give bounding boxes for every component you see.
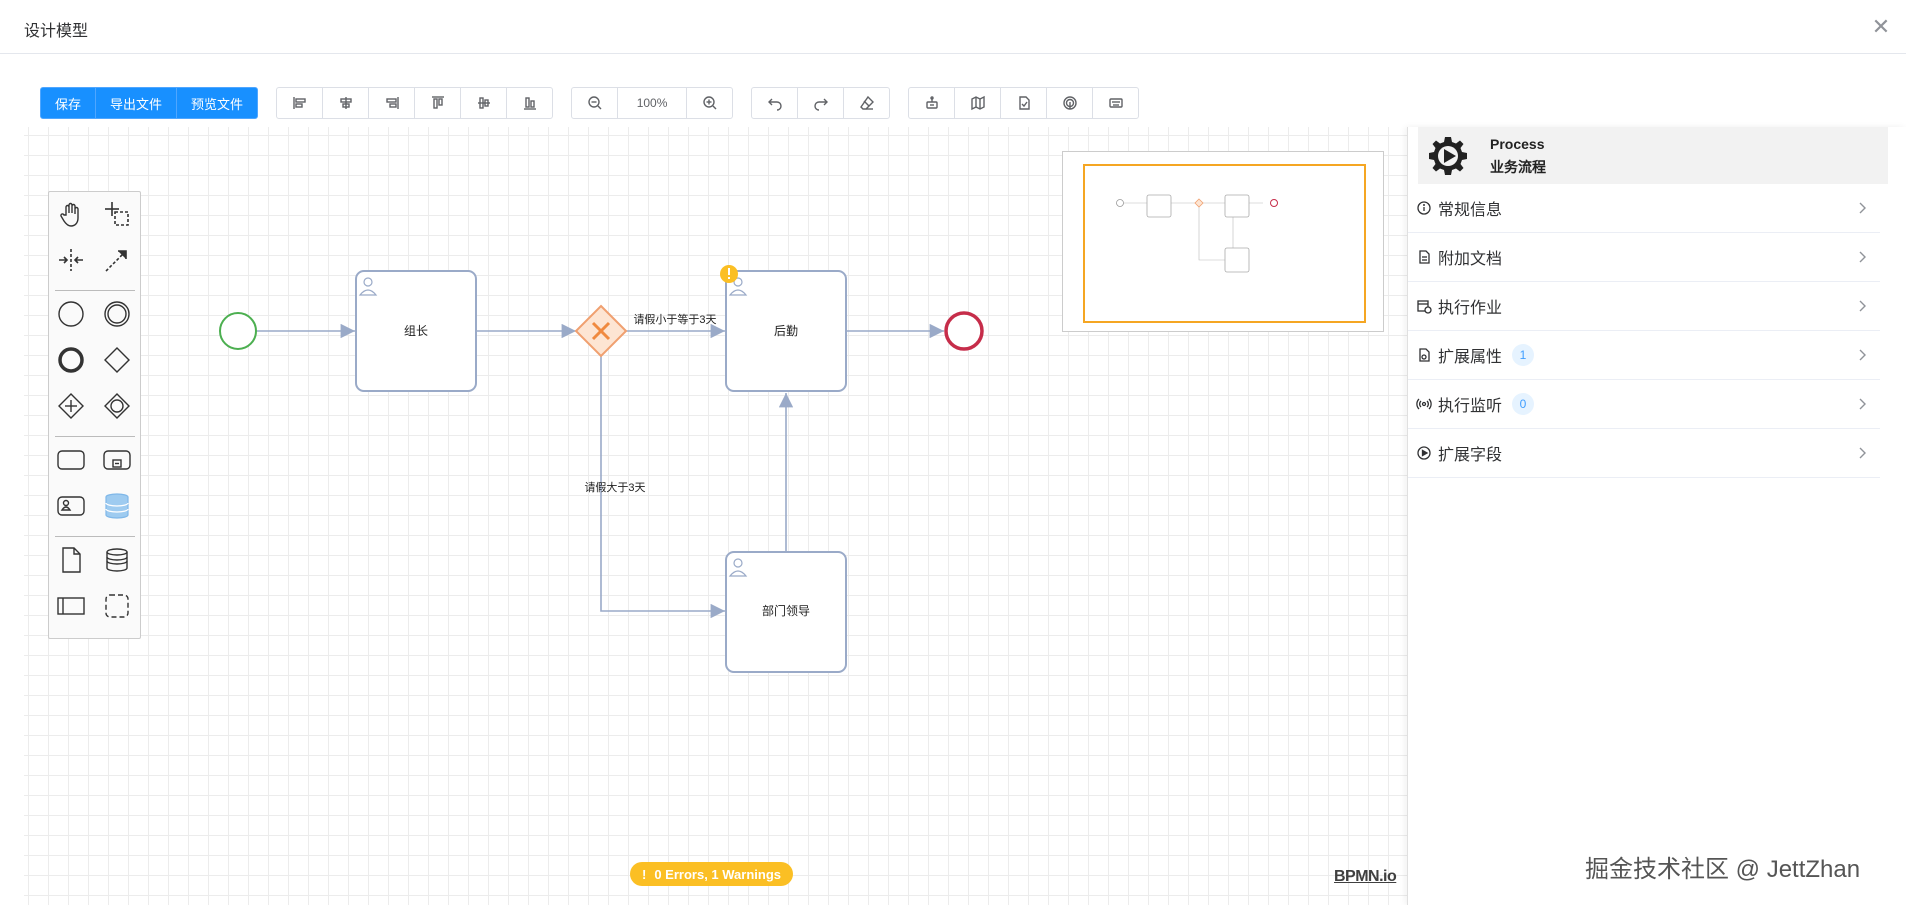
- extension-icon: [1416, 347, 1432, 363]
- lasso-tool-icon[interactable]: [99, 196, 135, 232]
- calendar-clock-icon: [1416, 298, 1432, 314]
- count-badge: 1: [1512, 344, 1535, 366]
- section-extension-fields[interactable]: 扩展字段: [1408, 429, 1880, 478]
- play-circle-icon: [1416, 445, 1432, 461]
- global-connect-tool-icon[interactable]: [99, 242, 135, 278]
- data-store-tool-icon[interactable]: [99, 488, 135, 524]
- palette-separator: [55, 290, 135, 291]
- group-tool-icon[interactable]: [99, 588, 135, 624]
- count-badge: 0: [1512, 393, 1535, 415]
- warning-icon: !: [642, 866, 647, 882]
- section-label: 执行监听: [1438, 398, 1503, 415]
- chevron-right-icon: [1854, 396, 1870, 412]
- section-label: 附加文档: [1438, 251, 1503, 268]
- panel-header: Process 业务流程: [1418, 127, 1888, 184]
- chevron-right-icon: [1854, 249, 1870, 265]
- section-label: 常规信息: [1438, 202, 1503, 219]
- data-store-outline-tool-icon[interactable]: [99, 542, 135, 578]
- parallel-gateway-tool-icon[interactable]: [53, 388, 89, 424]
- start-event-tool-icon[interactable]: [53, 296, 89, 332]
- end-event[interactable]: [944, 311, 984, 351]
- task-tool-icon[interactable]: [53, 442, 89, 478]
- section-extension-properties[interactable]: 扩展属性 1: [1408, 331, 1880, 380]
- palette-separator: [55, 436, 135, 437]
- gateway-tool-icon[interactable]: [99, 342, 135, 378]
- bpmn-io-logo[interactable]: BPMN.io: [1334, 868, 1397, 886]
- warning-icon[interactable]: [720, 265, 738, 283]
- signal-icon: [1416, 396, 1432, 412]
- subprocess-tool-icon[interactable]: [99, 442, 135, 478]
- intermediate-event-tool-icon[interactable]: [99, 296, 135, 332]
- tool-palette: [48, 191, 141, 639]
- section-execution-listeners[interactable]: 执行监听 0: [1408, 380, 1880, 429]
- watermark: 掘金技术社区 @ JettZhan: [1585, 856, 1861, 883]
- properties-panel: Process 业务流程 常规信息 附加文档 执行作业 扩展属性 1 执行监听 …: [1407, 127, 1906, 905]
- end-event-tool-icon[interactable]: [53, 342, 89, 378]
- section-label: 扩展字段: [1438, 447, 1503, 464]
- pool-tool-icon[interactable]: [53, 588, 89, 624]
- section-general[interactable]: 常规信息: [1408, 184, 1880, 233]
- chevron-right-icon: [1854, 298, 1870, 314]
- task-dept-label: 部门领导: [762, 603, 810, 618]
- chevron-right-icon: [1854, 347, 1870, 363]
- section-label: 扩展属性: [1438, 349, 1503, 366]
- space-tool-icon[interactable]: [53, 242, 89, 278]
- section-label: 执行作业: [1438, 300, 1503, 317]
- process-gear-icon: [1429, 137, 1467, 175]
- document-icon: [1416, 249, 1432, 265]
- minimap[interactable]: [1062, 151, 1384, 332]
- chevron-right-icon: [1854, 445, 1870, 461]
- event-gateway-tool-icon[interactable]: [99, 388, 135, 424]
- data-object-tool-icon[interactable]: [53, 542, 89, 578]
- hand-tool-icon[interactable]: [53, 196, 89, 232]
- start-event[interactable]: [219, 312, 257, 350]
- section-job[interactable]: 执行作业: [1408, 282, 1880, 331]
- flow-le-3-label[interactable]: 请假小于等于3天: [633, 312, 716, 326]
- palette-separator: [55, 536, 135, 537]
- task-leader-label: 组长: [404, 324, 428, 338]
- element-name-label: 业务流程: [1490, 159, 1546, 175]
- task-approve-label: 后勤: [774, 324, 798, 338]
- lint-status-badge[interactable]: ! 0 Errors, 1 Warnings: [630, 862, 794, 886]
- user-task-tool-icon[interactable]: [53, 488, 89, 524]
- flow-gt-3-label[interactable]: 请假大于3天: [584, 480, 645, 494]
- exclusive-gateway[interactable]: [574, 304, 628, 358]
- info-icon: [1416, 200, 1432, 216]
- element-type-label: Process: [1490, 136, 1545, 152]
- chevron-right-icon: [1854, 200, 1870, 216]
- lint-status-text: 0 Errors, 1 Warnings: [654, 866, 782, 882]
- section-documentation[interactable]: 附加文档: [1408, 233, 1880, 282]
- minimap-viewport[interactable]: [1083, 164, 1366, 323]
